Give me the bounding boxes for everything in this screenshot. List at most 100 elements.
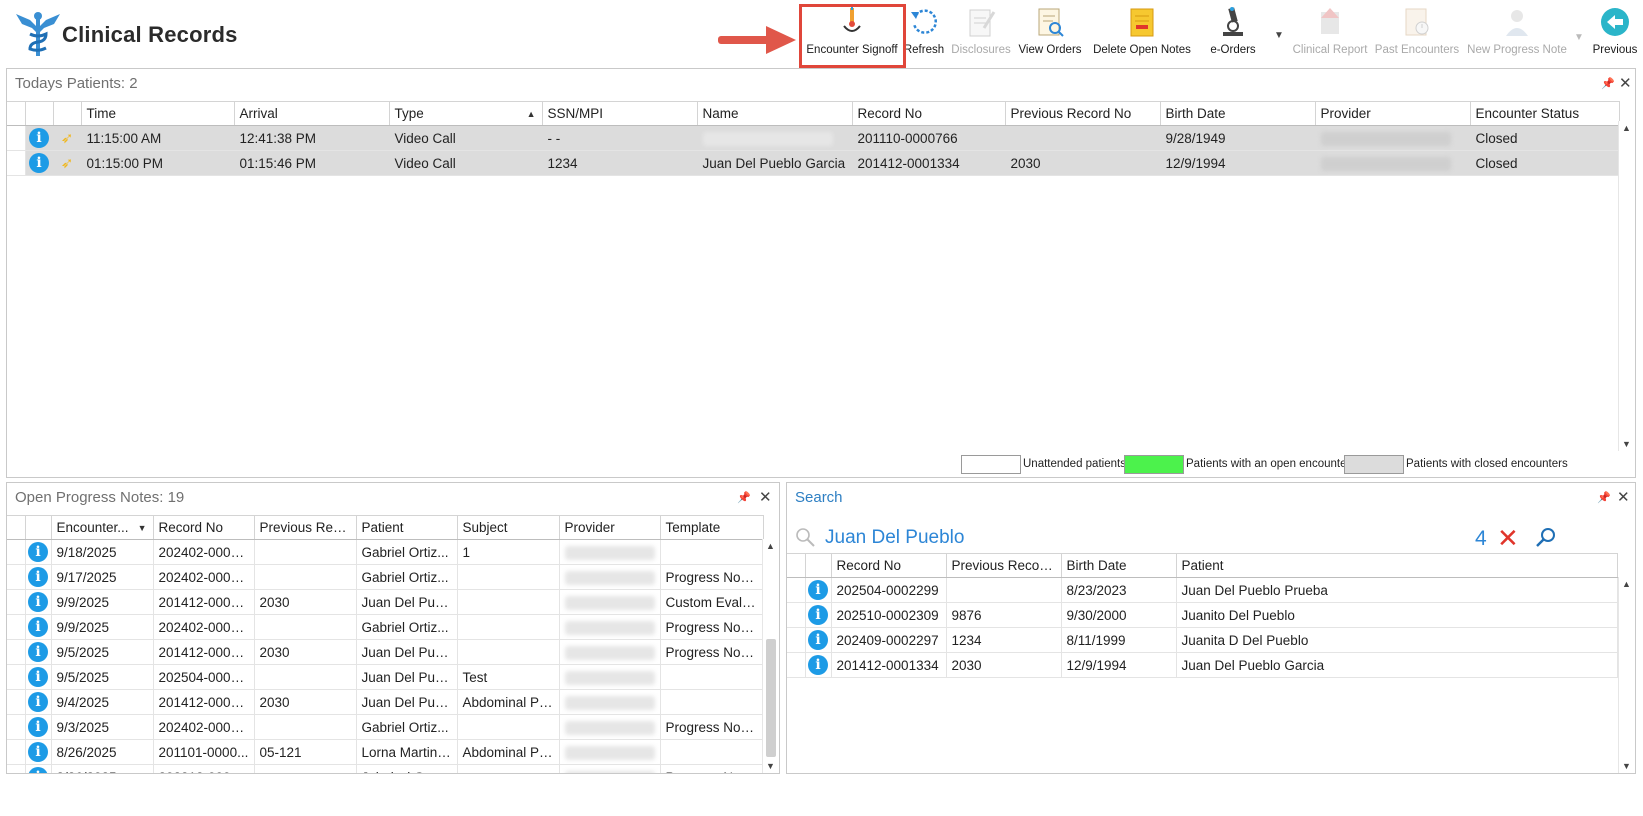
close-icon[interactable]: ✕ — [759, 488, 772, 506]
notes-scrollbar[interactable]: ▲ ▼ — [762, 539, 779, 773]
table-row[interactable]: i 9/4/2025 201412-0001... 2030 Juan Del Pue.… — [7, 689, 764, 715]
table-row[interactable]: i 202504-0002299 8/23/2023 Juan Del Pueblo … — [787, 577, 1618, 603]
info-icon[interactable]: i — [28, 767, 48, 773]
close-icon[interactable]: ✕ — [1617, 488, 1630, 506]
col-ssn[interactable]: SSN/MPI — [542, 101, 698, 126]
table-row[interactable]: i ➶ 01:15:00 PM 01:15:46 PM Video Call 1… — [7, 150, 1620, 176]
search-results-table: Record No Previous Record... Birth Date … — [787, 553, 1618, 678]
search-icon — [796, 528, 815, 547]
scroll-thumb[interactable] — [766, 639, 776, 757]
col-encounter-status[interactable]: Encounter Status — [1470, 101, 1620, 126]
close-icon[interactable]: ✕ — [1619, 74, 1632, 92]
info-icon[interactable]: i — [28, 742, 48, 762]
col-name[interactable]: Name — [697, 101, 853, 126]
legend-open-swatch — [1124, 455, 1184, 474]
col-birth-date[interactable]: Birth Date — [1061, 553, 1177, 578]
clinical-report-button[interactable]: Clinical Report — [1290, 4, 1370, 64]
result-count: 4 — [1475, 527, 1487, 550]
info-icon[interactable]: i — [28, 592, 48, 612]
refresh-icon — [911, 9, 937, 34]
table-row[interactable]: i 201412-0001334 2030 12/9/1994 Juan Del Pue… — [787, 652, 1618, 678]
redacted-provider — [564, 720, 655, 735]
info-icon[interactable]: i — [808, 605, 828, 625]
col-provider[interactable]: Provider — [559, 515, 661, 540]
info-icon[interactable]: i — [28, 692, 48, 712]
col-patient[interactable]: Patient — [1176, 553, 1618, 578]
col-type[interactable]: Type ▲ — [389, 101, 543, 126]
table-row[interactable]: i 9/9/2025 202402-0002... Gabriel Ortiz... P… — [7, 614, 764, 640]
col-template[interactable]: Template — [660, 515, 764, 540]
col-arrival[interactable]: Arrival — [234, 101, 390, 126]
previous-button[interactable]: Previous — [1590, 4, 1640, 64]
e-orders-button[interactable]: e-Orders — [1198, 4, 1268, 64]
info-icon[interactable]: i — [28, 642, 48, 662]
table-row[interactable]: i 9/5/2025 202504-0002... Juan Del Pue... Te… — [7, 664, 764, 690]
clinical-report-icon — [1321, 8, 1339, 34]
table-row[interactable]: i8/26/2025202312-0002...Jahnissi Gonz...… — [7, 764, 764, 773]
table-row[interactable]: i 202510-0002309 9876 9/30/2000 Juanito Del … — [787, 602, 1618, 628]
col-record-no[interactable]: Record No — [852, 101, 1006, 126]
col-birth-date[interactable]: Birth Date — [1160, 101, 1316, 126]
search-query[interactable]: Juan Del Pueblo — [825, 527, 964, 549]
table-row[interactable]: i ➶ 11:15:00 AM 12:41:38 PM Video Call -… — [7, 125, 1620, 151]
todays-scrollbar[interactable]: ▲ ▼ — [1618, 121, 1635, 451]
col-record-no[interactable]: Record No — [831, 553, 947, 578]
info-icon[interactable]: i — [808, 655, 828, 675]
redacted-provider — [564, 545, 655, 560]
table-row[interactable]: i 9/18/2025 202402-0002... Gabriel Ortiz...… — [7, 539, 764, 565]
annotation-arrow-icon — [718, 26, 796, 54]
col-subject[interactable]: Subject — [457, 515, 560, 540]
search-scrollbar[interactable]: ▲ ▼ — [1618, 577, 1635, 773]
past-encounters-button[interactable]: Past Encounters — [1374, 4, 1460, 64]
search-bar[interactable]: Juan Del Pueblo 4 ✕ — [795, 523, 1557, 554]
search-panel: Search 📌 ✕ Juan Del Pueblo 4 ✕ Record No… — [786, 482, 1636, 774]
doctor-icon — [1506, 10, 1528, 36]
redacted-provider — [564, 620, 655, 635]
col-previous-record-no[interactable]: Previous Record No — [1005, 101, 1161, 126]
table-row[interactable]: i 9/3/2025 202402-0002... Gabriel Ortiz... P… — [7, 714, 764, 740]
open-notes-table: Encounter... ▼ Record No Previous Reco...… — [7, 515, 764, 773]
col-time[interactable]: Time — [81, 101, 235, 126]
col-patient[interactable]: Patient — [356, 515, 458, 540]
info-icon[interactable]: i — [28, 717, 48, 737]
info-icon[interactable]: i — [28, 667, 48, 687]
redacted-provider — [564, 695, 655, 710]
refresh-button[interactable]: Refresh — [904, 4, 944, 64]
col-provider[interactable]: Provider — [1315, 101, 1471, 126]
clinical-records-window: Clinical Records Encounter Signoff Refre… — [0, 0, 1643, 816]
table-row[interactable]: i 202409-0002297 1234 8/11/1999 Juanita D De… — [787, 627, 1618, 653]
pin-icon[interactable]: 📌 — [1601, 77, 1615, 90]
info-icon[interactable]: i — [28, 542, 48, 562]
col-encounter-date[interactable]: Encounter... ▼ — [51, 515, 154, 540]
table-row[interactable]: i 9/17/2025 202402-0002... Gabriel Ortiz...… — [7, 564, 764, 590]
info-icon[interactable]: i — [29, 153, 49, 173]
view-orders-icon — [1038, 8, 1064, 37]
e-orders-dropdown-icon[interactable]: ▼ — [1274, 30, 1284, 41]
open-progress-notes-panel: Open Progress Notes: 19 📌 ✕ Encounter...… — [6, 482, 780, 774]
info-icon[interactable]: i — [28, 617, 48, 637]
search-go-icon[interactable] — [1535, 527, 1557, 549]
redacted-provider — [564, 670, 655, 685]
disclosures-button[interactable]: Disclosures — [950, 4, 1012, 64]
microscope-icon — [1223, 7, 1243, 36]
table-row[interactable]: i 9/5/2025 201412-0001... 2030 Juan Del Pue.… — [7, 639, 764, 665]
table-row[interactable]: i 9/9/2025 201412-0001... 2030 Juan Del Pue.… — [7, 589, 764, 615]
pin-icon[interactable]: 📌 — [737, 491, 751, 504]
delete-open-notes-button[interactable]: Delete Open Notes — [1090, 4, 1194, 64]
info-icon[interactable]: i — [808, 580, 828, 600]
new-progress-note-button[interactable]: New Progress Note — [1464, 4, 1570, 64]
col-record-no[interactable]: Record No — [153, 515, 255, 540]
delete-notes-icon — [1130, 8, 1154, 37]
info-icon[interactable]: i — [28, 567, 48, 587]
col-previous-record[interactable]: Previous Record... — [946, 553, 1062, 578]
info-icon[interactable]: i — [29, 128, 49, 148]
flag-header — [53, 101, 82, 126]
open-notes-count: 19 — [167, 489, 185, 506]
clear-search-icon[interactable]: ✕ — [1497, 523, 1519, 554]
col-previous-record[interactable]: Previous Reco... — [254, 515, 357, 540]
info-icon[interactable]: i — [808, 630, 828, 650]
view-orders-button[interactable]: View Orders — [1016, 4, 1084, 64]
pin-icon[interactable]: 📌 — [1597, 491, 1611, 504]
table-row[interactable]: i 8/26/2025 201101-0000... 05-121 Lorna Mart… — [7, 739, 764, 765]
new-note-dropdown-icon[interactable]: ▼ — [1574, 32, 1584, 43]
